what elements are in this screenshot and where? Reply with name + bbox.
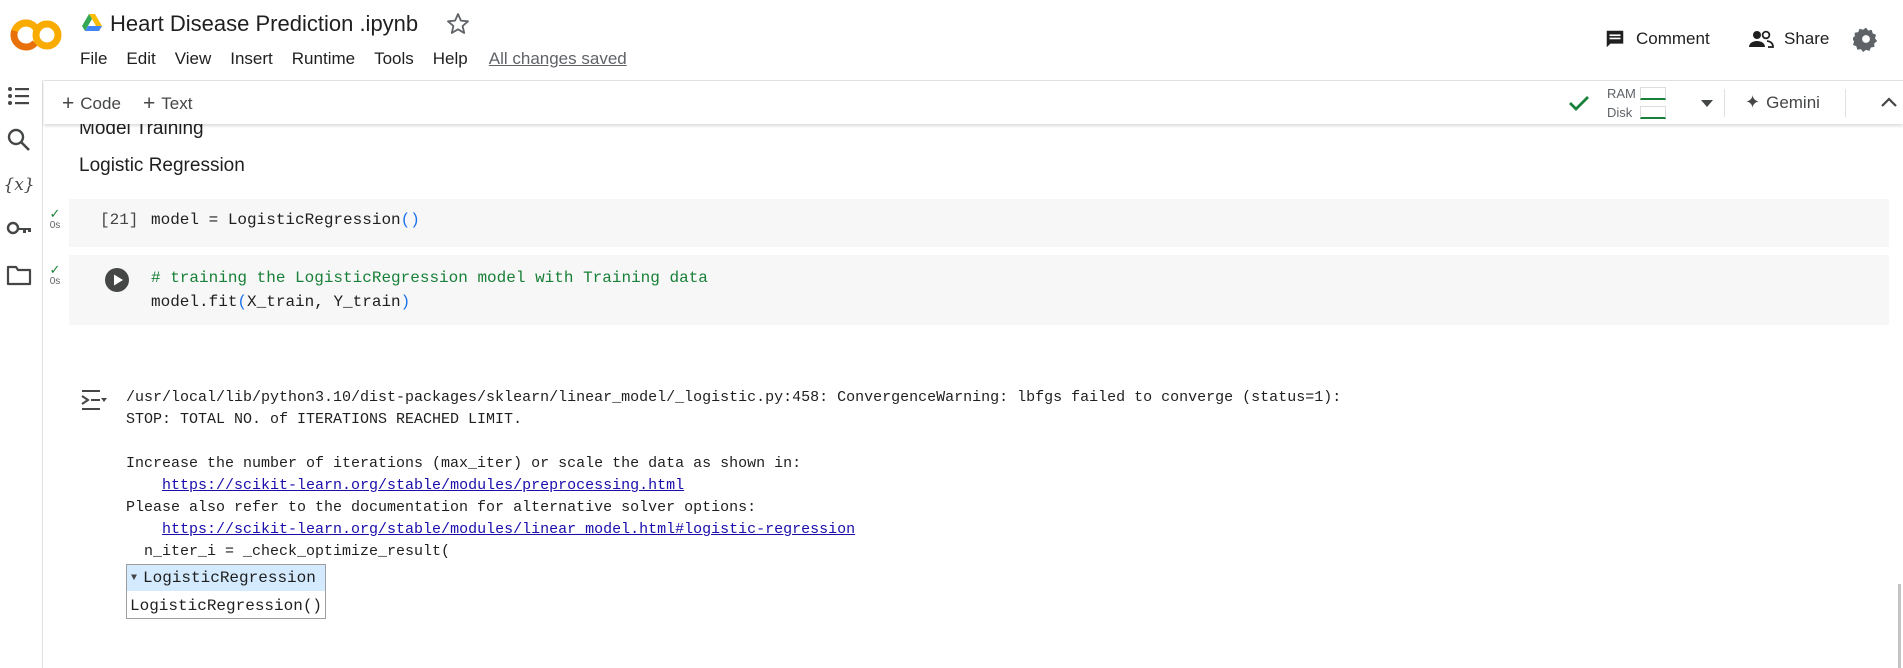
- caret-down-icon[interactable]: [1697, 93, 1717, 113]
- estimator-widget-body: LogisticRegression(): [130, 597, 323, 615]
- resource-monitor[interactable]: RAM Disk: [1607, 84, 1636, 122]
- output-line: Please also refer to the documentation f…: [126, 499, 757, 516]
- chevron-up-icon[interactable]: [1878, 92, 1900, 114]
- star-icon[interactable]: [446, 12, 470, 36]
- code-text: model.fit: [151, 293, 238, 311]
- sparkle-icon: ✦: [1745, 92, 1761, 112]
- menu-insert[interactable]: Insert: [230, 49, 273, 71]
- output-actions-icon[interactable]: [80, 387, 108, 413]
- cell-run-time: 0s: [49, 220, 61, 231]
- open-paren: (: [237, 293, 248, 311]
- add-text-label: Text: [161, 94, 193, 113]
- toolbar-divider: [1724, 89, 1725, 117]
- heading-logistic-regression[interactable]: Logistic Regression: [79, 155, 245, 177]
- cell-status: ✓ 0s: [48, 206, 62, 231]
- estimator-widget[interactable]: ▼ LogisticRegression LogisticRegression(…: [126, 564, 327, 619]
- comment-button[interactable]: Comment: [1604, 26, 1710, 52]
- ram-label: RAM: [1607, 86, 1636, 101]
- estimator-widget-title: LogisticRegression: [143, 569, 316, 587]
- google-drive-icon[interactable]: [82, 14, 102, 32]
- comment-icon: [1606, 30, 1624, 48]
- disk-label: Disk: [1607, 105, 1633, 120]
- menu-view[interactable]: View: [175, 49, 212, 71]
- preprocessing-docs-link[interactable]: https://scikit-learn.org/stable/modules/…: [162, 477, 684, 494]
- plus-icon: +: [143, 92, 156, 115]
- menu-runtime[interactable]: Runtime: [292, 49, 355, 71]
- left-sidebar: {x}: [0, 80, 43, 668]
- code-line: model = LogisticRegression(): [151, 211, 420, 229]
- gemini-button[interactable]: ✦ Gemini: [1745, 92, 1820, 113]
- scrollbar-thumb[interactable]: [1898, 584, 1901, 668]
- toolbar-divider: [1845, 89, 1846, 117]
- triangle-down-icon: ▼: [131, 572, 138, 584]
- menu-tools[interactable]: Tools: [374, 49, 414, 71]
- ram-usage-bar: [1640, 87, 1666, 100]
- cell-output: /usr/local/lib/python3.10/dist-packages/…: [126, 387, 1341, 563]
- heading-model-training[interactable]: Model Training: [79, 124, 204, 140]
- cell-run-time: 0s: [49, 276, 61, 287]
- search-icon[interactable]: [5, 126, 33, 154]
- disk-usage-bar: [1640, 106, 1666, 119]
- check-icon: ✓: [49, 262, 61, 277]
- menu-bar: File Edit View Insert Runtime Tools Help…: [80, 49, 627, 71]
- key-icon[interactable]: [5, 214, 33, 242]
- table-of-contents-icon[interactable]: [5, 82, 33, 110]
- variables-icon[interactable]: {x}: [5, 170, 33, 198]
- share-label: Share: [1784, 29, 1830, 48]
- code-text: model = LogisticRegression: [151, 211, 401, 229]
- add-text-button[interactable]: + Text: [143, 92, 192, 116]
- estimator-widget-header[interactable]: ▼ LogisticRegression: [127, 565, 326, 591]
- share-button[interactable]: Share: [1748, 26, 1829, 52]
- notebook-title[interactable]: Heart Disease Prediction .ipynb: [110, 11, 418, 37]
- output-link-row: https://scikit-learn.org/stable/modules/…: [126, 475, 1341, 497]
- output-line: /usr/local/lib/python3.10/dist-packages/…: [126, 389, 1342, 406]
- comment-label: Comment: [1636, 29, 1710, 48]
- people-icon: [1749, 30, 1774, 48]
- add-code-label: Code: [80, 94, 121, 113]
- save-status[interactable]: All changes saved: [489, 49, 627, 71]
- code-cell[interactable]: [21] model = LogisticRegression(): [69, 199, 1889, 247]
- output-link-row: https://scikit-learn.org/stable/modules/…: [126, 519, 1341, 541]
- plus-icon: +: [62, 92, 75, 115]
- folder-icon[interactable]: [5, 261, 33, 289]
- colab-logo[interactable]: [10, 18, 62, 52]
- code-parens: (): [400, 211, 420, 229]
- execution-count: [21]: [100, 211, 139, 229]
- menu-help[interactable]: Help: [433, 49, 468, 71]
- code-cell[interactable]: # training the LogisticRegression model …: [69, 255, 1889, 325]
- cell-status: ✓ 0s: [48, 262, 62, 287]
- output-line: Increase the number of iterations (max_i…: [126, 455, 802, 472]
- add-code-button[interactable]: + Code: [62, 92, 121, 116]
- notebook-content: Model Training Logistic Regression ✓ 0s …: [44, 124, 1903, 668]
- menu-edit[interactable]: Edit: [126, 49, 155, 71]
- check-icon: ✓: [49, 206, 61, 221]
- run-cell-icon[interactable]: [105, 268, 129, 292]
- output-blank-line: [126, 431, 1341, 453]
- output-line: n_iter_i = _check_optimize_result(: [126, 543, 451, 560]
- close-paren: ): [400, 293, 411, 311]
- svg-text:{x}: {x}: [5, 175, 33, 195]
- connected-check-icon[interactable]: [1566, 90, 1592, 116]
- code-line: model.fit(X_train, Y_train): [151, 293, 410, 311]
- code-args: X_train, Y_train: [247, 293, 401, 311]
- code-comment: # training the LogisticRegression model …: [151, 269, 708, 287]
- output-line: STOP: TOTAL NO. of ITERATIONS REACHED LI…: [126, 411, 523, 428]
- gear-icon[interactable]: [1853, 26, 1879, 52]
- menu-file[interactable]: File: [80, 49, 107, 71]
- gemini-label: Gemini: [1766, 92, 1820, 112]
- toolbar: + Code + Text RAM Disk ✦ Gemini: [44, 80, 1903, 124]
- linear-model-docs-link[interactable]: https://scikit-learn.org/stable/modules/…: [162, 521, 855, 538]
- header: Heart Disease Prediction .ipynb File Edi…: [0, 0, 1903, 80]
